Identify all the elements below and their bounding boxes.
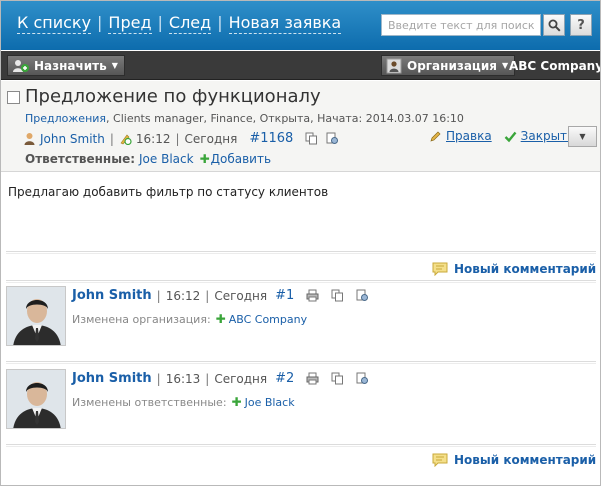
link-doc-icon[interactable] xyxy=(356,289,369,302)
close-ticket-link[interactable]: Закрыть xyxy=(521,129,574,143)
organization-icon xyxy=(386,58,402,73)
checkmark-icon xyxy=(504,131,517,142)
organization-label: Организация xyxy=(407,58,497,73)
change-label: Изменена организация: xyxy=(72,312,211,326)
change-label: Изменены ответственные: xyxy=(72,395,227,409)
comment-time: 16:13 xyxy=(165,371,201,386)
help-label: ? xyxy=(577,17,585,33)
chevron-down-icon: ▼ xyxy=(111,61,118,70)
avatar xyxy=(6,369,66,429)
new-comment-label: Новый комментарий xyxy=(454,453,597,467)
assign-dropdown[interactable]: Назначить ▼ xyxy=(7,55,125,76)
chevron-down-icon: ▼ xyxy=(579,132,586,141)
pipe-separator: | xyxy=(175,131,180,146)
ticket-number-link[interactable]: #1168 xyxy=(249,131,293,146)
responsible-label: Ответственные: xyxy=(25,152,136,166)
comment-time: 16:12 xyxy=(165,288,201,303)
ticket-meta: Предложения, Clients manager, Finance, О… xyxy=(25,112,464,125)
comment-header: John Smith | 16:13 | Сегодня #2 xyxy=(72,371,369,386)
comment-icon xyxy=(432,453,448,467)
add-responsible-link[interactable]: Добавить xyxy=(211,152,271,166)
comment-body: Изменены ответственные: ✚ Joe Black xyxy=(72,395,295,409)
responsible-row: Ответственные: Joe Black ✚ Добавить xyxy=(25,152,271,166)
pencil-icon xyxy=(430,131,441,142)
comment-day: Сегодня xyxy=(214,371,268,386)
more-actions-button[interactable]: ▼ xyxy=(568,126,597,147)
comment-day: Сегодня xyxy=(214,288,268,303)
top-bar: К списку | Пред | След | Новая заявка ? xyxy=(1,1,600,50)
chevron-down-icon: ▼ xyxy=(501,61,509,70)
copy-icon[interactable] xyxy=(305,132,318,145)
time-edit-icon xyxy=(120,134,132,145)
ticket-navigation: К списку | Пред | След | Новая заявка xyxy=(17,13,342,34)
comment-item: John Smith | 16:12 | Сегодня #1 Изменена… xyxy=(6,286,596,350)
nav-separator: | xyxy=(97,13,103,32)
pipe-separator: | xyxy=(205,288,210,303)
new-comment-link-bottom[interactable]: Новый комментарий xyxy=(432,453,596,467)
add-icon: ✚ xyxy=(231,395,242,409)
comment-author-link[interactable]: John Smith xyxy=(72,371,152,386)
ticket-meta-details: , Clients manager, Finance, Открыта, Нач… xyxy=(106,112,464,125)
print-icon[interactable] xyxy=(306,289,319,302)
ticket-time: 16:12 xyxy=(135,131,171,146)
comment-number-link[interactable]: #1 xyxy=(275,288,294,303)
search-input[interactable] xyxy=(381,14,541,36)
edit-link[interactable]: Правка xyxy=(446,129,492,143)
ticket-checkbox[interactable] xyxy=(7,91,20,104)
comment-number-link[interactable]: #2 xyxy=(275,371,294,386)
link-doc-icon[interactable] xyxy=(356,372,369,385)
ticket-info-row: John Smith | 16:12 | Сегодня #1168 xyxy=(23,131,339,146)
link-doc-icon[interactable] xyxy=(326,132,339,145)
to-list-link[interactable]: К списку xyxy=(17,13,92,34)
new-comment-label: Новый комментарий xyxy=(454,262,597,276)
search-icon xyxy=(548,19,561,32)
comment-author-link[interactable]: John Smith xyxy=(72,288,152,303)
ticket-description: Предлагаю добавить фильтр по статусу кли… xyxy=(8,185,329,199)
pipe-separator: | xyxy=(109,131,114,146)
print-icon[interactable] xyxy=(306,372,319,385)
nav-separator: | xyxy=(217,13,223,32)
change-value-link[interactable]: ABC Company xyxy=(229,313,307,326)
app-window: К списку | Пред | След | Новая заявка ? Назнач… xyxy=(0,0,601,486)
pipe-separator: | xyxy=(205,371,210,386)
ticket-day: Сегодня xyxy=(184,131,238,146)
ticket-actions: Правка Закрыть xyxy=(429,129,574,143)
help-button[interactable]: ? xyxy=(570,14,592,36)
ticket-toolbar: Назначить ▼ Организация ▼ ABC Company xyxy=(1,51,600,80)
assign-label: Назначить xyxy=(34,58,107,73)
pipe-separator: | xyxy=(156,371,161,386)
comment-header: John Smith | 16:12 | Сегодня #1 xyxy=(72,288,369,303)
nav-separator: | xyxy=(157,13,163,32)
comment-body: Изменена организация: ✚ ABC Company xyxy=(72,312,307,326)
avatar xyxy=(6,286,66,346)
category-link[interactable]: Предложения xyxy=(25,112,106,125)
ticket-header: Предложение по функционалу Предложения, … xyxy=(1,81,600,172)
next-link[interactable]: След xyxy=(168,13,212,34)
divider xyxy=(6,444,596,447)
new-ticket-link[interactable]: Новая заявка xyxy=(228,13,342,34)
search-button[interactable] xyxy=(543,14,565,36)
divider xyxy=(6,361,596,364)
pipe-separator: | xyxy=(156,288,161,303)
user-icon xyxy=(24,133,35,145)
add-icon: ✚ xyxy=(199,152,210,166)
copy-icon[interactable] xyxy=(331,289,344,302)
comment-icon xyxy=(432,262,448,276)
change-value-link[interactable]: Joe Black xyxy=(245,396,295,409)
divider xyxy=(6,280,596,283)
prev-link[interactable]: Пред xyxy=(108,13,152,34)
ticket-title: Предложение по функционалу xyxy=(25,86,321,107)
organization-name: ABC Company xyxy=(509,59,601,73)
ticket-author-link[interactable]: John Smith xyxy=(40,132,105,146)
new-comment-link-top[interactable]: Новый комментарий xyxy=(432,262,596,276)
add-icon: ✚ xyxy=(215,312,226,326)
assign-user-icon xyxy=(13,59,29,72)
divider xyxy=(6,251,596,254)
copy-icon[interactable] xyxy=(331,372,344,385)
organization-dropdown[interactable]: Организация ▼ xyxy=(381,55,516,76)
responsible-link[interactable]: Joe Black xyxy=(139,152,194,166)
comment-item: John Smith | 16:13 | Сегодня #2 Изменены… xyxy=(6,369,596,433)
